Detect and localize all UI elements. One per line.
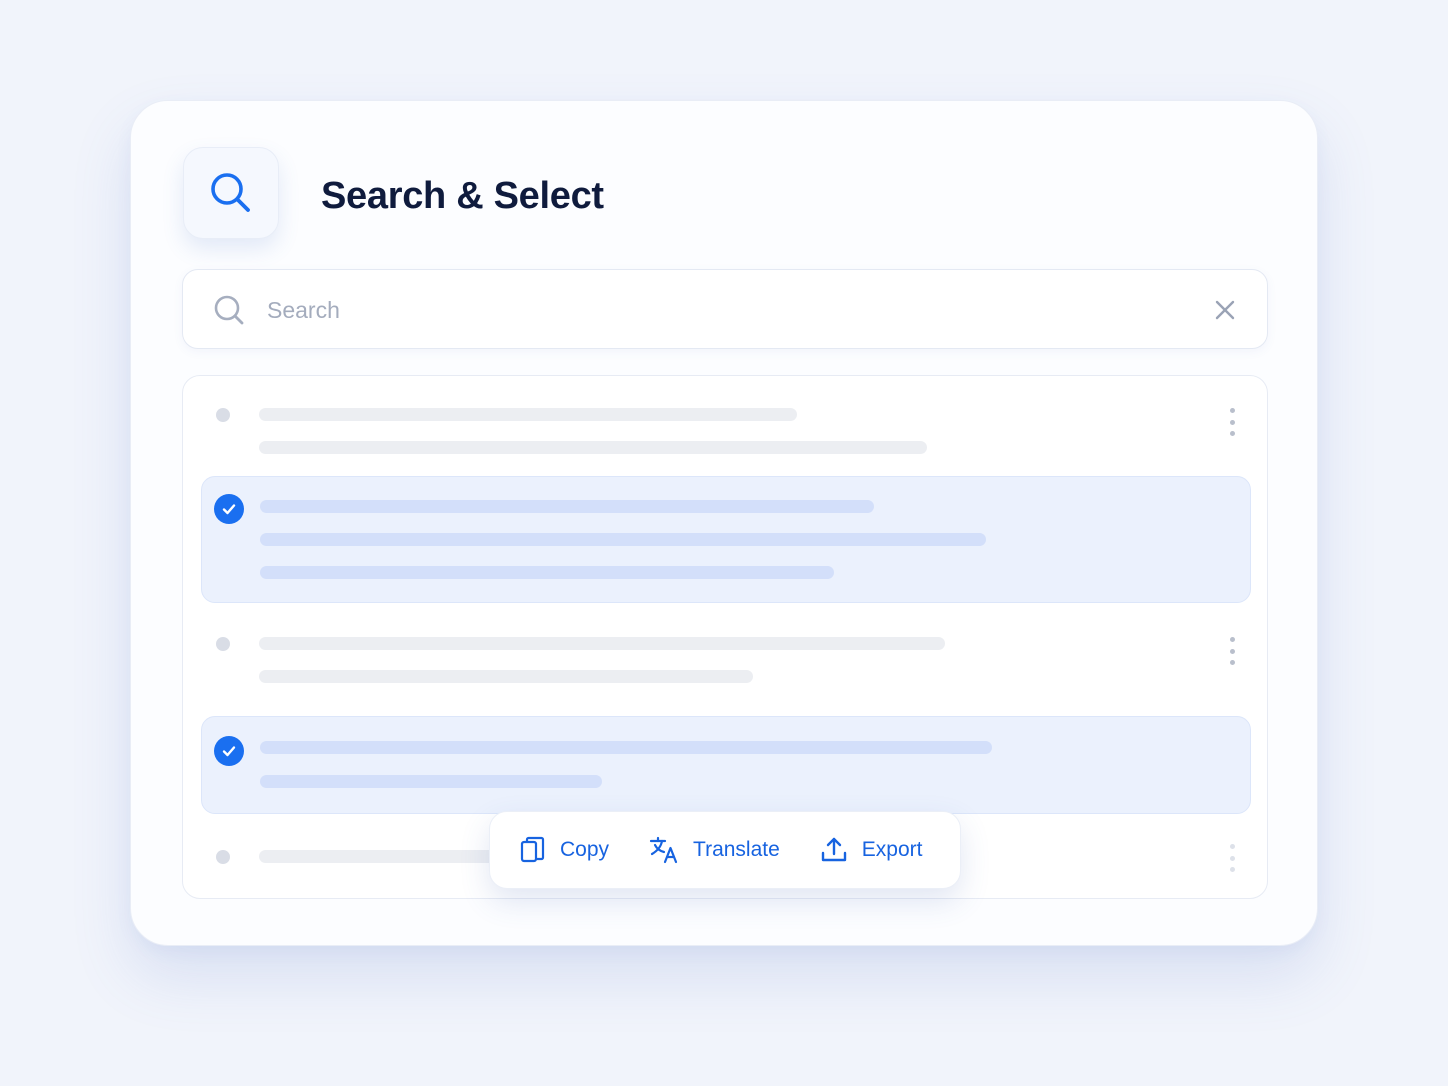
translate-label: Translate (693, 838, 780, 861)
search-bar[interactable] (182, 269, 1268, 349)
list-item-selected[interactable] (201, 476, 1251, 603)
copy-button[interactable]: Copy (520, 836, 609, 864)
text-placeholder-line (259, 408, 797, 421)
export-button[interactable]: Export (820, 836, 923, 864)
unselected-indicator[interactable] (216, 408, 230, 422)
unselected-indicator[interactable] (216, 850, 230, 864)
app-logo-tile (183, 147, 279, 239)
text-placeholder-line (260, 566, 834, 579)
search-icon (214, 295, 244, 325)
text-placeholder-line (260, 775, 602, 788)
upload-icon (821, 837, 846, 862)
search-select-card: Search & Select Search Copy Translate Ex… (130, 100, 1318, 946)
list-item[interactable] (183, 376, 1267, 476)
search-input[interactable] (267, 292, 1167, 328)
more-options-icon[interactable] (1227, 408, 1237, 436)
copy-icon (520, 836, 545, 863)
clear-search-button[interactable] (1211, 296, 1239, 324)
selection-action-bar: Copy Translate Export (489, 811, 961, 889)
list-item[interactable] (183, 604, 1267, 714)
unselected-indicator[interactable] (216, 637, 230, 651)
checkmark-icon[interactable] (214, 494, 244, 524)
copy-label: Copy (560, 838, 610, 861)
text-placeholder-line (260, 500, 874, 513)
translate-button[interactable]: Translate (649, 836, 780, 864)
checkmark-icon[interactable] (214, 736, 244, 766)
text-placeholder-line (260, 533, 986, 546)
text-placeholder-line (259, 441, 927, 454)
text-placeholder-line (260, 741, 992, 754)
export-label: Export (861, 838, 923, 861)
close-icon (1215, 300, 1235, 320)
list-item-selected[interactable] (201, 716, 1251, 814)
more-options-icon[interactable] (1227, 637, 1237, 665)
translate-icon (649, 836, 678, 864)
page-title: Search & Select (321, 175, 604, 217)
more-options-icon[interactable] (1227, 844, 1237, 872)
text-placeholder-line (259, 637, 945, 650)
text-placeholder-line (259, 670, 753, 683)
search-icon (211, 173, 250, 212)
